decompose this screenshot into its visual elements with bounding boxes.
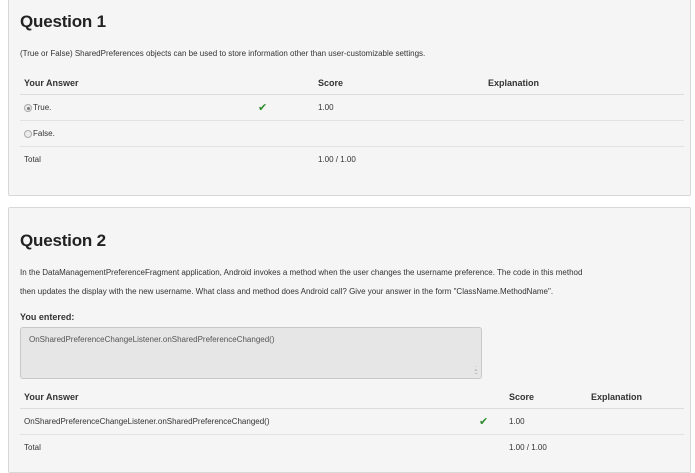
entered-answer-text: OnSharedPreferenceChangeListener.onShare… (29, 335, 275, 344)
table-header-row: Your Answer Score Explanation (20, 72, 684, 95)
question-2-answer-table: Your Answer Score Explanation OnSharedPr… (20, 386, 684, 460)
radio-icon (24, 130, 32, 138)
you-entered-label: You entered: (20, 312, 75, 322)
header-score: Score (505, 386, 587, 409)
radio-icon (24, 104, 32, 112)
header-explanation: Explanation (484, 72, 684, 95)
answer-score: 1.00 (505, 408, 587, 435)
total-row: Total 1.00 / 1.00 (20, 147, 684, 173)
total-row: Total 1.00 / 1.00 (20, 435, 684, 461)
resize-grip-icon: .:::: (474, 365, 478, 376)
entered-answer-textarea: OnSharedPreferenceChangeListener.onShare… (20, 327, 482, 379)
header-score: Score (314, 72, 484, 95)
table-row: True. ✔ 1.00 (20, 94, 684, 121)
total-score: 1.00 / 1.00 (318, 155, 356, 164)
answer-score (314, 120, 484, 147)
header-your-answer: Your Answer (20, 386, 475, 409)
table-header-row: Your Answer Score Explanation (20, 386, 684, 409)
total-score: 1.00 / 1.00 (509, 443, 547, 452)
question-2-panel: Question 2 In the DataManagementPreferen… (8, 207, 691, 473)
question-1-answer-table: Your Answer Score Explanation True. ✔ 1.… (20, 72, 684, 172)
total-label: Total (24, 155, 41, 164)
table-row: False. (20, 120, 684, 147)
question-2-prompt-line-2: then updates the display with the new us… (20, 287, 554, 296)
question-1-panel: Question 1 (True or False) SharedPrefere… (8, 0, 691, 196)
question-1-prompt: (True or False) SharedPreferences object… (20, 49, 426, 58)
answer-text: OnSharedPreferenceChangeListener.onShare… (20, 408, 475, 435)
answer-option-label: True. (33, 103, 52, 112)
question-2-prompt-line-1: In the DataManagementPreferenceFragment … (20, 268, 583, 277)
answer-score: 1.00 (314, 94, 484, 121)
question-1-title: Question 1 (20, 12, 106, 31)
table-row: OnSharedPreferenceChangeListener.onShare… (20, 408, 684, 435)
question-2-title: Question 2 (20, 231, 106, 250)
header-explanation: Explanation (587, 386, 684, 409)
total-label: Total (24, 443, 41, 452)
header-your-answer: Your Answer (20, 72, 254, 95)
check-icon: ✔ (479, 416, 489, 428)
check-icon: ✔ (258, 102, 268, 114)
answer-option-label: False. (33, 129, 55, 138)
